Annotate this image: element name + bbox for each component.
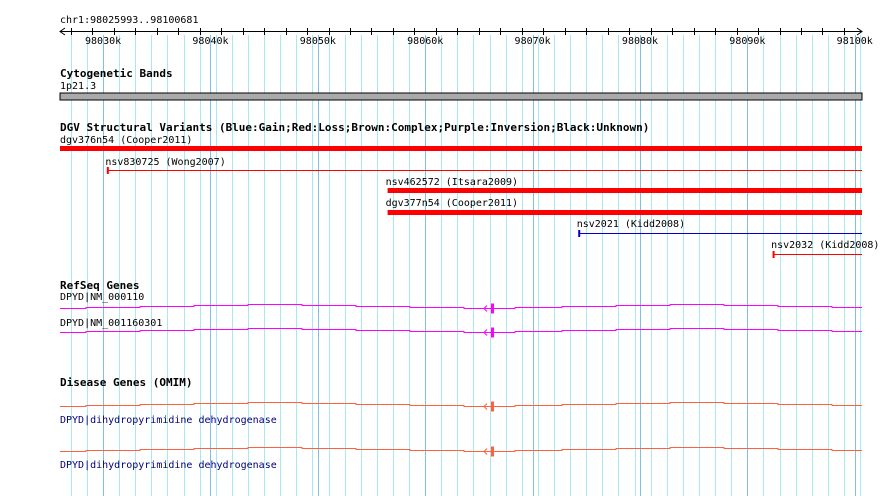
refseq-gene-label[interactable]: DPYD|NM_000110 bbox=[60, 292, 144, 303]
gene-intron-line bbox=[60, 402, 862, 407]
gene-exon bbox=[491, 327, 494, 338]
ruler-tick-label: 98080k bbox=[621, 36, 659, 47]
variant-bar bbox=[60, 146, 862, 151]
refseq-gene-label[interactable]: DPYD|NM_001160301 bbox=[60, 318, 162, 329]
gene-intron-line bbox=[60, 328, 862, 333]
ruler-tick-label: 98050k bbox=[299, 36, 336, 47]
variant-bar bbox=[387, 188, 862, 193]
omim-track-title: Disease Genes (OMIM) bbox=[60, 376, 193, 389]
region-label: chr1:98025993..98100681 bbox=[60, 15, 199, 26]
gene-exon bbox=[491, 446, 494, 457]
gene-intron-line bbox=[60, 304, 862, 309]
genome-browser: chr1:98025993..98100681 98030k 98040k 9805… bbox=[0, 0, 890, 496]
ruler-tick-label: 98040k bbox=[192, 36, 229, 47]
gene-exon bbox=[491, 303, 494, 314]
variant-label[interactable]: dgv377n54 (Cooper2011) bbox=[386, 198, 518, 209]
ruler-tick-label: 98100k bbox=[836, 36, 873, 47]
gene-intron-line bbox=[60, 447, 862, 452]
variant-label[interactable]: nsv2021 (Kidd2008) bbox=[577, 219, 685, 230]
variant-bar bbox=[387, 210, 862, 215]
variant-label[interactable]: nsv2032 (Kidd2008) bbox=[771, 240, 879, 251]
omim-gene-label[interactable]: DPYD|dihydropyrimidine dehydrogenase bbox=[60, 415, 277, 426]
variant-label[interactable]: nsv830725 (Wong2007) bbox=[105, 157, 225, 168]
cyto-band-label: 1p21.3 bbox=[60, 81, 97, 92]
refseq-track-title: RefSeq Genes bbox=[60, 279, 140, 292]
omim-gene-label[interactable]: DPYD|dihydropyrimidine dehydrogenase bbox=[60, 460, 277, 471]
cyto-track-title: Cytogenetic Bands bbox=[60, 67, 173, 80]
variant-label[interactable]: nsv462572 (Itsara2009) bbox=[386, 177, 518, 188]
ruler-tick-label: 98030k bbox=[85, 36, 122, 47]
gene-exon bbox=[491, 401, 494, 412]
dgv-track-title: DGV Structural Variants (Blue:Gain;Red:L… bbox=[60, 121, 650, 134]
cytoband-bar bbox=[59, 92, 863, 101]
ruler-tick-label: 98090k bbox=[729, 36, 766, 47]
ruler-tick-label: 98060k bbox=[407, 36, 444, 47]
ruler-tick-label: 98070k bbox=[514, 36, 551, 47]
variant-label[interactable]: dgv376n54 (Cooper2011) bbox=[60, 135, 192, 146]
